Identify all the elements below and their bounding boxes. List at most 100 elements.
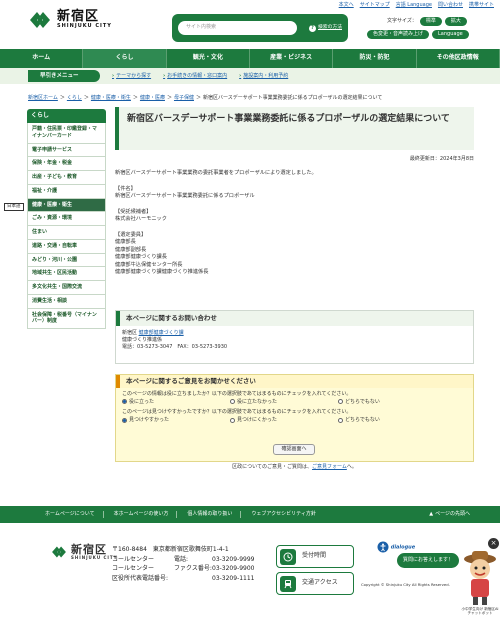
nav-disaster[interactable]: 防災・防犯	[333, 49, 417, 68]
radio-useful[interactable]: 役に立った	[122, 399, 230, 406]
nav-kurashi[interactable]: くらし	[83, 49, 167, 68]
nav-home[interactable]: ホーム	[0, 49, 84, 68]
breadcrumb-sep: ＞	[166, 95, 172, 101]
breadcrumb-current: 新宿区バースデーサポート事業業務委託に係るプロポーザルの選定結果について	[203, 95, 383, 101]
language-badge[interactable]: 日本語	[4, 203, 24, 212]
accessibility-icon	[377, 541, 389, 553]
accessibility-buttons: 色変更・音声読み上げ Language	[367, 30, 469, 39]
sidebar-item-mynumber[interactable]: 社会保障・税番号（マイナンバー）制度	[27, 308, 106, 330]
sidebar-item-community[interactable]: 地域共生・区民活動	[27, 267, 106, 282]
language-button[interactable]: Language	[432, 30, 469, 39]
dialogue-badge: dialogue	[377, 541, 415, 553]
radio-neutral-1[interactable]: どちらでもない	[338, 399, 446, 406]
breadcrumb-kurashi[interactable]: くらし	[67, 95, 82, 102]
breadcrumb-health-medical[interactable]: 健康・医療	[140, 95, 165, 102]
inquiry-city: 新宿区	[122, 329, 138, 336]
radio-icon	[230, 417, 235, 423]
mascot-icon[interactable]	[460, 547, 500, 607]
radio-icon	[230, 399, 235, 405]
sidebar-item-roads[interactable]: 道路・交通・自転車	[27, 239, 106, 254]
nav-tourism[interactable]: 観光・文化	[167, 49, 250, 68]
quick-link-theme[interactable]: › テーマから探す	[112, 73, 151, 80]
shinjuku-logo-icon	[52, 546, 66, 558]
committee-member: 健康部副部長	[115, 246, 147, 253]
footer-link-about[interactable]: ホームページについて	[45, 511, 104, 518]
sidebar-item-e-application[interactable]: 電子申請サービス	[27, 143, 106, 158]
sidebar-item-parks[interactable]: みどり・河川・公園	[27, 253, 106, 268]
radio-icon	[338, 417, 343, 423]
subject-text: 新宿区バースデーサポート事業業務委託に係るプロポーザル	[115, 193, 255, 200]
font-standard-button[interactable]: 標準	[419, 17, 442, 26]
font-large-button[interactable]: 拡大	[444, 17, 467, 26]
radio-label: 見つけにくかった	[237, 417, 277, 424]
contact-link[interactable]: 問い合わせ	[438, 2, 463, 9]
breadcrumb-sep: ＞	[83, 95, 89, 101]
footer-address: 〒160-8484 東京都新宿区歌舞伎町1-4-1 コールセンター 電話: 03-3…	[112, 545, 255, 583]
logo-text: 新宿区	[57, 9, 100, 25]
quick-link-procedures[interactable]: › お手続きの情報・窓口案内	[163, 73, 227, 80]
address-line: 〒160-8484 東京都新宿区歌舞伎町1-4-1	[112, 546, 229, 553]
chevron-right-icon: ›	[239, 72, 242, 79]
sidebar-item-koseki[interactable]: 戸籍・住民票・印鑑登録・マイナンバーカード	[27, 123, 106, 144]
question-usefulness: このページの情報は役に立ちましたか？以下の選択肢であてはまるものにチェックを入れ…	[122, 390, 352, 397]
footer-logo-subtext: SHINJUKU CITY	[71, 555, 118, 560]
nav-business[interactable]: 産業・ビジネス	[250, 49, 334, 68]
arrow-up-icon: ▲	[429, 511, 434, 518]
search-howto-label: 検索の方法	[318, 24, 342, 30]
search-input[interactable]: サイト内検索	[178, 21, 297, 35]
site-logo[interactable]: 新宿区 SHINJUKU CITY	[27, 9, 112, 31]
opinion-note: 区政についてのご意見・ご質問は、ご意見フォームへ。	[115, 464, 474, 471]
sidebar-item-multicultural[interactable]: 多文化共生・国際交流	[27, 281, 106, 295]
chevron-right-icon: ›	[163, 72, 166, 79]
train-icon	[280, 575, 296, 592]
sidebar-item-consumer[interactable]: 消費生活・相談	[27, 294, 106, 309]
hours-button[interactable]: 受付時間	[276, 545, 354, 568]
footer-link-privacy[interactable]: 個人情報の取り扱い	[187, 511, 242, 518]
radio-label: 役に立った	[129, 398, 155, 405]
sidebar: くらし 戸籍・住民票・印鑑登録・マイナンバーカード 電子申請サービス 保険・年金…	[27, 109, 106, 330]
confirm-button[interactable]: 確認画面へ	[273, 444, 315, 455]
breadcrumb-home[interactable]: 新宿区ホーム	[28, 95, 58, 102]
breadcrumb-health-hygiene[interactable]: 健康・医療・衛生	[91, 95, 131, 102]
radio-not-useful[interactable]: 役に立たなかった	[230, 399, 338, 406]
color-voice-button[interactable]: 色変更・音声読み上げ	[367, 30, 430, 39]
contact-value: 03-3209-1111	[212, 574, 255, 582]
contact-key: コールセンター	[112, 555, 155, 563]
quick-link-facilities[interactable]: › 施設案内・利用予約	[239, 73, 288, 80]
footer-link-usage[interactable]: 本ホームページの使い方	[114, 511, 178, 518]
radio-easy[interactable]: 見つけやすかった	[122, 417, 230, 424]
radio-label: どちらでもない	[345, 398, 380, 405]
inquiry-dept-link[interactable]: 健康部健康づくり課	[139, 330, 184, 336]
sidebar-item-garbage[interactable]: ごみ・資源・環境	[27, 212, 106, 227]
main-nav: ホーム くらし 観光・文化 産業・ビジネス 防災・防犯 その他区政情報	[0, 49, 500, 68]
access-button[interactable]: 交通アクセス	[276, 572, 354, 595]
contact-mode: 電話:	[174, 555, 189, 563]
search-howto-link[interactable]: ? 検索の方法	[309, 24, 342, 32]
contact-value: 03-3209-9900	[212, 565, 255, 573]
opinion-form-link[interactable]: ご意見フォーム	[312, 464, 347, 470]
quick-link-label: 施設案内・利用予約	[243, 72, 289, 79]
sidebar-item-welfare[interactable]: 福祉・介護	[27, 184, 106, 199]
sidebar-item-health[interactable]: 健康・医療・衛生	[27, 198, 106, 213]
sitemap-link[interactable]: サイトマップ	[360, 2, 390, 9]
radio-icon	[338, 399, 343, 405]
sidebar-item-childbirth[interactable]: 出産・子ども・教育	[27, 171, 106, 185]
radio-neutral-2[interactable]: どちらでもない	[338, 417, 446, 424]
page-top-link[interactable]: ▲ ページの先頭へ	[429, 511, 470, 518]
font-size-control: 文字サイズ： 標準 拡大	[387, 17, 467, 26]
chatbot-bubble[interactable]: 質問にお答えします！	[397, 553, 460, 568]
footer-link-accessibility[interactable]: ウェブアクセシビリティ方針	[251, 511, 323, 518]
sidebar-item-insurance[interactable]: 保険・年金・税金	[27, 157, 106, 172]
sidebar-item-housing[interactable]: 住まい	[27, 226, 106, 240]
breadcrumb-maternal[interactable]: 母子保健	[174, 95, 194, 102]
language-link[interactable]: 言語 Language	[396, 2, 432, 9]
mascot-label: 小中学生向け 新宿区AIチャットボット	[461, 607, 499, 616]
winner-text: 株式会社ハーモニック	[115, 216, 167, 223]
mobile-site-link[interactable]: 携帯サイト	[469, 2, 494, 9]
radio-hard[interactable]: 見つけにくかった	[230, 417, 338, 424]
nav-other[interactable]: その他区政情報	[417, 49, 500, 68]
question-icon: ?	[309, 24, 316, 32]
page-top-label: ページの先頭へ	[435, 511, 470, 518]
radio-label: 役に立たなかった	[237, 398, 278, 405]
skip-to-content-link[interactable]: 本文へ	[339, 2, 354, 9]
